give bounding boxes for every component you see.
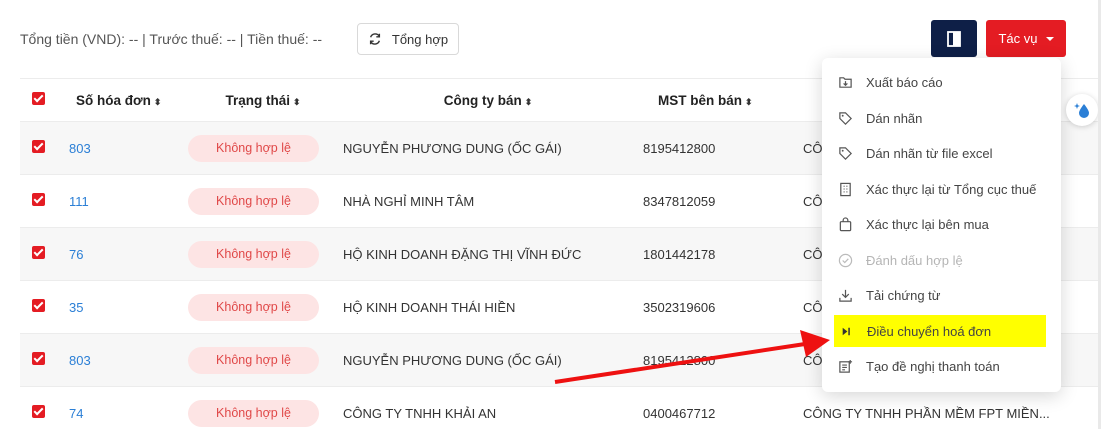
- seller-tax-code: 1801442178: [643, 246, 716, 262]
- invoice-summary: Tổng tiền (VND): -- | Trước thuế: -- | T…: [20, 31, 323, 47]
- columns-icon: [947, 30, 961, 47]
- seller-company: CÔNG TY TNHH KHẢI AN: [343, 405, 497, 421]
- row-checkbox[interactable]: [32, 193, 45, 206]
- column-toggle-button[interactable]: [931, 20, 977, 57]
- status-badge: Không hợp lệ: [188, 293, 319, 321]
- header-label: MST bên bán: [658, 92, 742, 108]
- row-checkbox[interactable]: [32, 299, 45, 312]
- row-select-cell: [20, 405, 58, 421]
- header-label: Trạng thái: [225, 92, 290, 108]
- status-badge: Không hợp lệ: [188, 134, 319, 162]
- seller-company: NHÀ NGHỈ MINH TÂM: [343, 193, 475, 209]
- header-label: Công ty bán: [443, 92, 522, 108]
- header-seller-tax-code[interactable]: MST bên bán ⬍: [638, 93, 798, 108]
- transfer-icon: [842, 327, 850, 335]
- export-icon: [839, 76, 852, 88]
- seller-tax-code: 0400467712: [643, 405, 716, 421]
- invoice-number-link[interactable]: 803: [58, 353, 188, 368]
- table-row[interactable]: 74 Không hợp lệ CÔNG TY TNHH KHẢI AN 040…: [20, 387, 1101, 429]
- download-icon: [839, 289, 852, 302]
- request-icon: [839, 359, 853, 373]
- row-checkbox[interactable]: [32, 246, 45, 259]
- caret-down-icon: [1045, 36, 1054, 41]
- menu-item-label: Điều chuyển hoá đơn: [867, 323, 992, 339]
- status-badge: Không hợp lệ: [188, 346, 319, 374]
- refresh-summary-label: Tổng hợp: [391, 31, 449, 47]
- menu-item-reverify-tax-authority[interactable]: Xác thực lại từ Tổng cục thuế: [822, 175, 1061, 203]
- menu-item-label-tag[interactable]: Dán nhãn: [822, 104, 1061, 132]
- tag-icon: [839, 111, 852, 125]
- bag-icon: [839, 216, 852, 231]
- status-badge: Không hợp lệ: [188, 399, 319, 427]
- actions-button[interactable]: Tác vụ: [986, 20, 1066, 57]
- row-select-cell: [20, 299, 58, 315]
- menu-item-label: Xác thực lại bên mua: [866, 216, 989, 232]
- seller-company: NGUYỄN PHƯƠNG DUNG (ỐC GÁI): [343, 140, 562, 156]
- sort-icon: ⬍: [153, 96, 162, 107]
- sort-icon: ⬍: [292, 96, 301, 107]
- seller-tax-code: 3502319606: [643, 299, 716, 315]
- status-cell: Không hợp lệ: [188, 399, 343, 427]
- menu-item-label: Dán nhãn: [866, 110, 923, 126]
- sort-icon: ⬍: [745, 96, 753, 107]
- seller-tax-code: 8347812059: [643, 193, 716, 209]
- seller-tax-code: 8195412800: [643, 352, 716, 368]
- status-cell: Không hợp lệ: [188, 293, 343, 321]
- menu-item-label: Đánh dấu hợp lệ: [866, 252, 963, 268]
- row-checkbox[interactable]: [32, 352, 45, 365]
- status-badge: Không hợp lệ: [188, 187, 319, 215]
- buyer-company: CÔNG TY TNHH PHẦN MỀM FPT MIỀN...: [803, 405, 1050, 421]
- sparkle-drop-icon: [1074, 103, 1089, 118]
- seller-tax-code: 8195412800: [643, 140, 716, 156]
- actions-label: Tác vụ: [998, 31, 1038, 46]
- row-select-cell: [20, 352, 58, 368]
- invoice-number-link[interactable]: 76: [58, 247, 188, 262]
- seller-company: HỘ KINH DOANH THÁI HIỀN: [343, 299, 516, 315]
- menu-item-transfer-invoice[interactable]: Điều chuyển hoá đơn: [834, 315, 1046, 347]
- header-label: Số hóa đơn: [76, 92, 151, 108]
- menu-item-create-payment-request[interactable]: Tạo đề nghị thanh toán: [822, 352, 1061, 380]
- status-cell: Không hợp lệ: [188, 134, 343, 162]
- header-invoice-number[interactable]: Số hóa đơn ⬍: [58, 93, 188, 108]
- building-icon: [840, 182, 851, 196]
- invoice-number-link[interactable]: 111: [58, 194, 188, 209]
- menu-item-label: Xuất báo cáo: [866, 74, 943, 90]
- row-checkbox[interactable]: [32, 405, 45, 418]
- invoice-number-link[interactable]: 74: [58, 406, 188, 421]
- refresh-summary-button[interactable]: Tổng hợp: [357, 23, 459, 55]
- sort-icon: ⬍: [524, 96, 533, 107]
- status-badge: Không hợp lệ: [188, 240, 319, 268]
- menu-item-reverify-buyer[interactable]: Xác thực lại bên mua: [822, 210, 1061, 238]
- header-status[interactable]: Trạng thái ⬍: [188, 93, 338, 108]
- menu-item-download-documents[interactable]: Tải chứng từ: [822, 281, 1061, 309]
- invoice-number-link[interactable]: 35: [58, 300, 188, 315]
- check-circle-icon: [838, 253, 853, 267]
- row-select-cell: [20, 193, 58, 209]
- menu-item-mark-valid: Đánh dấu hợp lệ: [822, 246, 1061, 274]
- row-select-cell: [20, 246, 58, 262]
- menu-item-label: Tạo đề nghị thanh toán: [866, 358, 1000, 374]
- refresh-icon: [369, 33, 380, 45]
- menu-item-label: Tải chứng từ: [866, 287, 941, 303]
- menu-item-label-from-excel[interactable]: Dán nhãn từ file excel: [822, 139, 1061, 167]
- menu-item-label: Xác thực lại từ Tổng cục thuế: [866, 181, 1037, 197]
- header-seller-company[interactable]: Công ty bán ⬍: [338, 93, 638, 108]
- seller-company: HỘ KINH DOANH ĐẶNG THỊ VĨNH ĐỨC: [343, 246, 582, 262]
- assistant-float-button[interactable]: [1066, 94, 1098, 126]
- status-cell: Không hợp lệ: [188, 346, 343, 374]
- invoice-number-link[interactable]: 803: [58, 141, 188, 156]
- actions-dropdown-menu: Xuất báo cáo Dán nhãn Dán nhãn từ file e…: [822, 58, 1061, 392]
- select-all-cell: [20, 92, 58, 108]
- row-checkbox[interactable]: [32, 140, 45, 153]
- seller-company: NGUYỄN PHƯƠNG DUNG (ỐC GÁI): [343, 352, 562, 368]
- status-cell: Không hợp lệ: [188, 240, 343, 268]
- menu-item-label: Dán nhãn từ file excel: [866, 145, 993, 161]
- tag-icon: [839, 146, 852, 160]
- menu-item-export-report[interactable]: Xuất báo cáo: [822, 68, 1061, 96]
- status-cell: Không hợp lệ: [188, 187, 343, 215]
- select-all-checkbox[interactable]: [32, 92, 45, 105]
- row-select-cell: [20, 140, 58, 156]
